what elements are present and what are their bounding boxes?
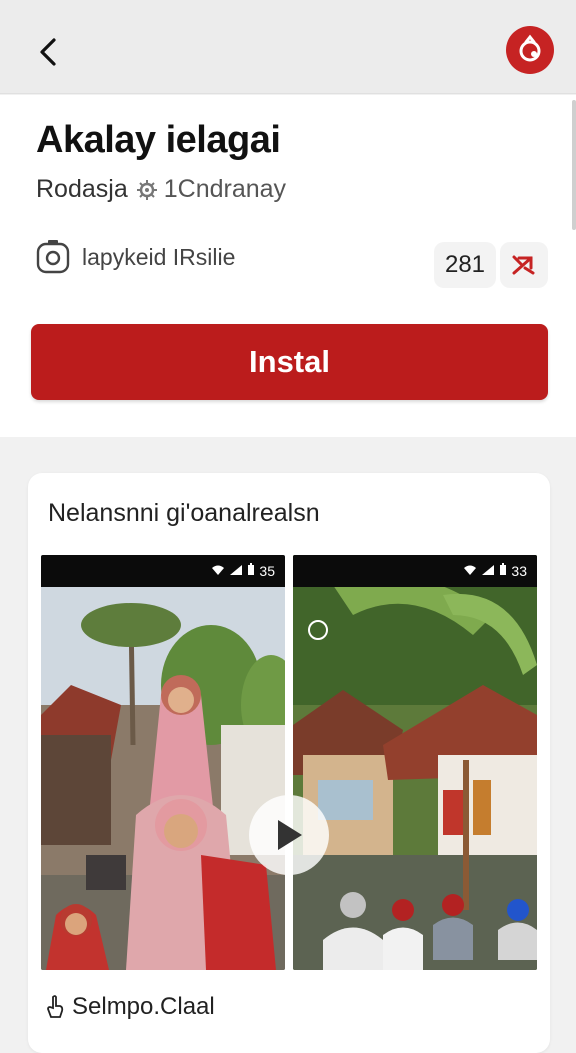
wifi-icon — [463, 563, 477, 579]
app-title: Akalay ielagai — [36, 119, 281, 161]
signal-icon — [481, 563, 495, 579]
stat-chips: 281 — [434, 242, 548, 288]
screenshot-2[interactable]: 33 — [293, 555, 537, 970]
preview-footer[interactable]: Selmpo.Claal — [46, 993, 215, 1021]
brand-logo-button[interactable] — [506, 26, 554, 74]
developer-row: Rodasja 1Cndranay — [36, 175, 286, 204]
scrollbar[interactable] — [572, 100, 576, 230]
install-button[interactable]: Instal — [31, 324, 548, 400]
play-button[interactable] — [249, 795, 329, 875]
battery-icon — [247, 563, 255, 579]
meta-label: lapykeid IRsilie — [82, 243, 236, 270]
status-bar — [0, 0, 576, 14]
arrow-back-icon — [40, 38, 56, 66]
preview-card: Nelansnni gi'oanalrealsn 35 33 Selmpo.Cl… — [28, 473, 550, 1053]
wifi-icon — [211, 563, 225, 579]
brand-logo-icon — [519, 34, 541, 62]
play-icon — [278, 820, 302, 850]
village-photo-1 — [41, 555, 285, 970]
battery-icon — [499, 563, 507, 579]
signal-icon — [229, 563, 243, 579]
screenshot-1[interactable]: 35 — [41, 555, 285, 970]
share-chip[interactable] — [500, 242, 548, 288]
category-label: 1Cndranay — [163, 175, 287, 203]
meta-row: lapykeid IRsilie — [36, 239, 235, 275]
footer-label: Selmpo.Claal — [72, 993, 215, 1020]
clock-text: 35 — [259, 563, 275, 579]
back-button[interactable] — [30, 32, 66, 72]
status-bar-mini-2: 33 — [293, 555, 537, 587]
cross-arrow-icon — [512, 255, 535, 275]
camera-icon — [36, 240, 70, 274]
status-bar-mini-1: 35 — [41, 555, 285, 587]
rating-count-chip[interactable]: 281 — [434, 242, 496, 288]
gear-icon — [136, 179, 158, 201]
developer-name[interactable]: Rodasja — [36, 175, 128, 204]
village-photo-2 — [293, 555, 537, 970]
app-header: Akalay ielagai Rodasja 1Cndranay lapykei… — [0, 95, 576, 437]
hand-pointer-icon — [47, 995, 64, 1018]
preview-title: Nelansnni gi'oanalrealsn — [48, 499, 320, 527]
top-app-bar — [0, 14, 576, 94]
clock-text: 33 — [511, 563, 527, 579]
